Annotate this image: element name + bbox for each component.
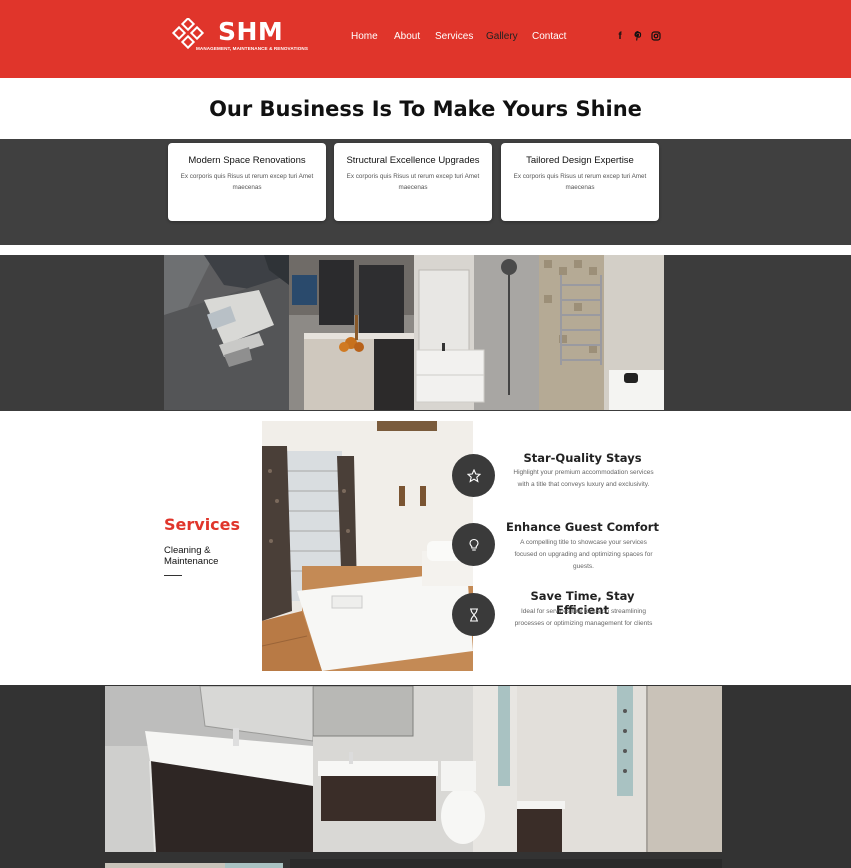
service-icon-circle <box>452 523 495 566</box>
feature-card: Structural Excellence Upgrades Ex corpor… <box>334 143 492 221</box>
logo-subtitle: MANAGEMENT, MAINTENANCE & RENOVATIONS <box>196 46 308 51</box>
gallery-photo-next-row[interactable] <box>105 859 283 868</box>
services-subtitle: Cleaning & Maintenance <box>164 545 219 567</box>
hourglass-icon <box>452 593 495 636</box>
service-text: Highlight your premium accommodation ser… <box>513 469 654 488</box>
feature-card-text: Ex corporis quis Risus ut rerum excep tu… <box>346 173 480 191</box>
nav-services[interactable]: Services <box>435 31 473 42</box>
service-title: Enhance Guest Comfort <box>506 520 659 534</box>
instagram-icon[interactable] <box>650 31 662 44</box>
feature-card: Tailored Design Expertise Ex corporis qu… <box>501 143 659 221</box>
services-photo-bedroom <box>262 421 473 671</box>
pinterest-icon[interactable] <box>632 30 644 44</box>
feature-card-text: Ex corporis quis Risus ut rerum excep tu… <box>180 173 314 191</box>
service-text: Ideal for services that focus on streaml… <box>514 608 653 627</box>
gallery-photo-sink-toilet[interactable] <box>313 686 517 852</box>
feature-card-text: Ex corporis quis Risus ut rerum excep tu… <box>513 173 647 191</box>
feature-card-title: Tailored Design Expertise <box>526 155 634 166</box>
logo[interactable]: SHM MANAGEMENT, MAINTENANCE & RENOVATION… <box>170 16 320 56</box>
service-icon-circle <box>452 593 495 636</box>
lightbulb-icon <box>452 523 495 566</box>
gallery-photo-bathroom[interactable] <box>414 255 539 410</box>
gallery-photo-vanity[interactable] <box>105 686 313 852</box>
hero-title: Our Business Is To Make Yours Shine <box>209 97 642 121</box>
star-icon <box>452 454 495 497</box>
gallery-photo-shower[interactable] <box>517 686 722 852</box>
service-icon-circle <box>452 454 495 497</box>
nav-about[interactable]: About <box>394 31 420 42</box>
gallery-photo-kitchen[interactable] <box>289 255 414 410</box>
facebook-icon[interactable]: f <box>614 31 626 42</box>
gallery-photo-next-row-dark <box>290 859 722 868</box>
nav-home[interactable]: Home <box>351 31 378 42</box>
nav-contact[interactable]: Contact <box>532 31 566 42</box>
logo-text: SHM <box>218 17 284 46</box>
service-text: A compelling title to showcase your serv… <box>514 539 653 570</box>
site-header: SHM MANAGEMENT, MAINTENANCE & RENOVATION… <box>0 0 851 78</box>
feature-card: Modern Space Renovations Ex corporis qui… <box>168 143 326 221</box>
feature-card-title: Structural Excellence Upgrades <box>346 155 480 166</box>
gallery-photo-bathtub[interactable] <box>539 255 664 410</box>
feature-card-title: Modern Space Renovations <box>188 155 306 166</box>
nav-gallery[interactable]: Gallery <box>486 31 518 42</box>
services-heading: Services <box>164 515 241 534</box>
divider <box>164 575 182 576</box>
gallery-photo-terrace[interactable] <box>164 255 289 410</box>
service-title: Star-Quality Stays <box>523 451 642 465</box>
